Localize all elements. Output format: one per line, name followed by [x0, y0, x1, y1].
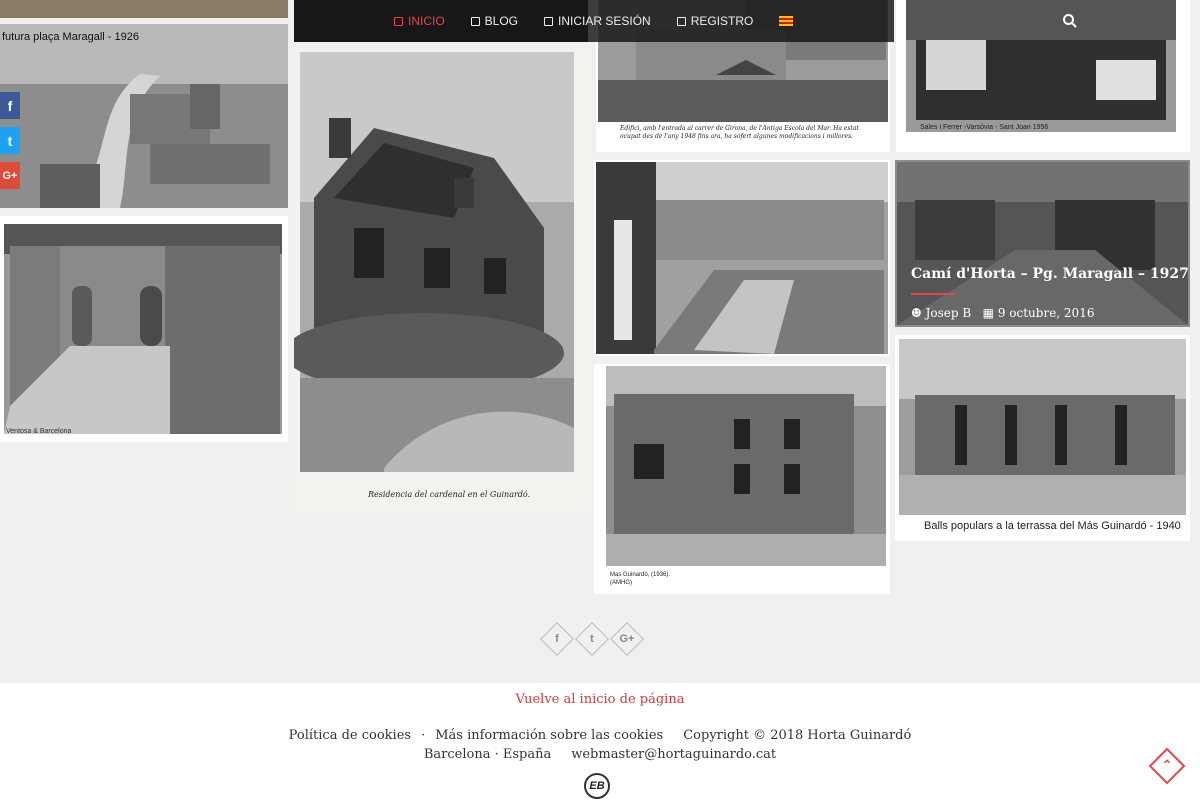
googleplus-icon: G+ [619, 633, 635, 645]
share-facebook-button[interactable]: f [540, 622, 574, 656]
featured-meta: ☻ Josep B ▦ 9 octubre, 2016 [911, 306, 1094, 320]
photo-stone-walls[interactable]: Ventosa & Barcelona [0, 216, 288, 442]
mas-guinardo-caption-2: (AMHG) [610, 580, 632, 586]
footer-row-1: Política de cookies · Más información so… [0, 728, 1200, 743]
photo-residencia-cardenal[interactable]: Residencia del cardenal en el Guinardó. [294, 48, 590, 512]
scroll-to-top-button[interactable]: ⌃ [1148, 747, 1186, 785]
sales-ferrer-caption: Sales i Ferrer -Varsòvia - Sant Joan 195… [920, 124, 1049, 131]
footer-row-2: Barcelona · España webmaster@hortaguinar… [0, 747, 1200, 762]
footer-separator: · [421, 728, 426, 743]
location-text: Barcelona · España [423, 747, 552, 762]
site-footer: Vuelve al inicio de página Política de c… [0, 683, 1200, 800]
edit-icon [676, 16, 686, 26]
more-cookies-link[interactable]: Más información sobre las cookies [435, 728, 663, 743]
catalan-flag-icon[interactable] [779, 16, 794, 26]
nav-registro-label: REGISTRO [690, 14, 754, 28]
photo-balls-populars[interactable]: Balls populars a la terrassa del Más Gui… [895, 335, 1190, 541]
photo-strip-top[interactable] [0, 0, 288, 18]
balls-caption: Balls populars a la terrassa del Más Gui… [924, 520, 1181, 532]
email-link[interactable]: webmaster@hortaguinardo.cat [571, 747, 776, 762]
escola-caption: Edifici, amb l'entrada al carrer de Giro… [620, 125, 859, 140]
maragall-landscape-image [0, 24, 288, 208]
city-view-image [596, 162, 888, 354]
back-to-top-link[interactable]: Vuelve al inicio de página [0, 692, 1200, 707]
stone-walls-stamp: Ventosa & Barcelona [6, 428, 72, 435]
calendar-icon: ▦ [982, 306, 994, 320]
residencia-image [294, 52, 574, 472]
featured-divider [911, 293, 955, 295]
twitter-share-button[interactable]: t [0, 127, 20, 154]
main-nav: INICIO BLOG INICIAR SESIÓN REGISTRO [294, 0, 894, 42]
googleplus-share-button[interactable]: G+ [0, 162, 20, 189]
mas-guinardo-image [606, 366, 886, 566]
photo-maragall-1926[interactable]: futura plaça Maragall - 1926 [0, 24, 288, 208]
nav-registro[interactable]: REGISTRO [676, 14, 754, 28]
copyright-text: Copyright © 2018 Horta Guinardó [683, 728, 912, 743]
balls-populars-image [899, 339, 1186, 515]
facebook-icon: f [555, 633, 559, 645]
photo-sales-ferrer[interactable]: Sales i Ferrer -Varsòvia - Sant Joan 195… [896, 0, 1190, 152]
photo-city-view[interactable] [594, 160, 890, 356]
residencia-caption: Residencia del cardenal en el Guinardó. [368, 490, 531, 499]
nav-iniciar-sesion[interactable]: INICIAR SESIÓN [544, 14, 651, 28]
photo-mas-guinardo[interactable]: Mas Guinardó, (1936). (AMHG) [594, 364, 890, 594]
share-twitter-button[interactable]: t [575, 622, 609, 656]
googleplus-icon: G+ [2, 169, 18, 182]
nav-blog[interactable]: BLOG [470, 14, 519, 28]
nav-iniciar-sesion-label: INICIAR SESIÓN [558, 14, 651, 28]
eb-logo[interactable]: EB [584, 773, 610, 799]
nav-blog-label: BLOG [484, 14, 519, 28]
cookies-policy-link[interactable]: Política de cookies [289, 728, 411, 743]
twitter-icon: t [7, 132, 13, 149]
featured-author[interactable]: Josep B [926, 306, 972, 320]
double-chevron-up-icon: ⌃ [1161, 758, 1173, 774]
twitter-icon: t [590, 633, 594, 645]
mas-guinardo-caption-1: Mas Guinardó, (1936). [610, 572, 671, 578]
maragall-caption: futura plaça Maragall - 1926 [2, 31, 139, 43]
share-googleplus-button[interactable]: G+ [610, 622, 644, 656]
edit-icon [544, 16, 554, 26]
featured-date: 9 octubre, 2016 [997, 306, 1095, 320]
featured-overlay[interactable]: Camí d'Horta – Pg. Maragall – 1927 ☻ Jos… [895, 160, 1190, 327]
facebook-share-button[interactable]: f [0, 92, 20, 119]
search-icon[interactable] [1062, 13, 1078, 29]
home-icon [394, 16, 403, 26]
blog-icon [470, 16, 480, 26]
nav-inicio[interactable]: INICIO [394, 14, 445, 28]
author-icon: ☻ [911, 306, 922, 320]
featured-title[interactable]: Camí d'Horta – Pg. Maragall – 1927 [911, 266, 1189, 282]
stone-walls-image [4, 224, 282, 434]
nav-inicio-label: INICIO [408, 14, 445, 28]
facebook-icon: f [7, 97, 13, 114]
